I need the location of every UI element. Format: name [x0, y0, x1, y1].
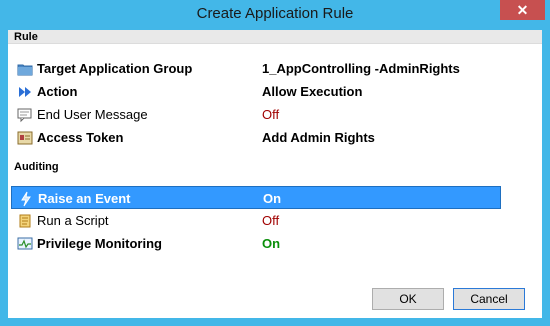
folder-icon [17, 61, 33, 77]
cancel-button[interactable]: Cancel [453, 288, 525, 310]
rule-row-value: Off [262, 107, 280, 122]
auditing-row-value: On [263, 191, 282, 206]
rule-row-target-application-group[interactable]: Target Application Group 1_AppControllin… [8, 57, 542, 80]
title-bar[interactable]: Create Application Rule ✕ [0, 0, 550, 30]
dialog-window: Create Application Rule ✕ Rule Target Ap… [0, 0, 550, 326]
rule-row-end-user-message[interactable]: End User Message Off [8, 103, 542, 126]
rule-row-label: Target Application Group [37, 61, 193, 76]
rule-row-value: Allow Execution [262, 84, 363, 99]
auditing-row-privilege-monitoring[interactable]: Privilege Monitoring On [8, 232, 542, 255]
fast-forward-icon [17, 84, 33, 100]
section-header-rule: Rule [8, 30, 542, 44]
script-icon [17, 213, 33, 229]
close-icon: ✕ [516, 2, 529, 18]
event-icon [18, 191, 34, 207]
rule-row-value: 1_AppControlling -AdminRights [262, 61, 460, 76]
auditing-row-value: On [262, 236, 281, 251]
auditing-row-label: Raise an Event [38, 191, 131, 206]
auditing-row-value: Off [262, 213, 280, 228]
auditing-row-raise-an-event[interactable]: Raise an Event On [11, 186, 501, 209]
rule-row-label: Action [37, 84, 78, 99]
rule-row-access-token[interactable]: Access Token Add Admin Rights [8, 126, 542, 149]
close-button[interactable]: ✕ [500, 0, 545, 20]
auditing-row-label: Run a Script [37, 213, 109, 228]
section-header-auditing: Auditing [8, 160, 542, 174]
message-icon [17, 107, 33, 123]
monitor-icon [17, 236, 33, 252]
auditing-row-run-a-script[interactable]: Run a Script Off [8, 209, 542, 232]
ok-button[interactable]: OK [372, 288, 444, 310]
window-title: Create Application Rule [196, 5, 354, 22]
rule-row-label: Access Token [37, 130, 124, 145]
auditing-row-label: Privilege Monitoring [37, 236, 162, 251]
rule-row-label: End User Message [37, 107, 148, 122]
rule-row-value: Add Admin Rights [262, 130, 375, 145]
token-icon [17, 130, 33, 146]
rule-row-action[interactable]: Action Allow Execution [8, 80, 542, 103]
dialog-content: Rule Target Application Group 1_AppContr… [8, 30, 542, 318]
